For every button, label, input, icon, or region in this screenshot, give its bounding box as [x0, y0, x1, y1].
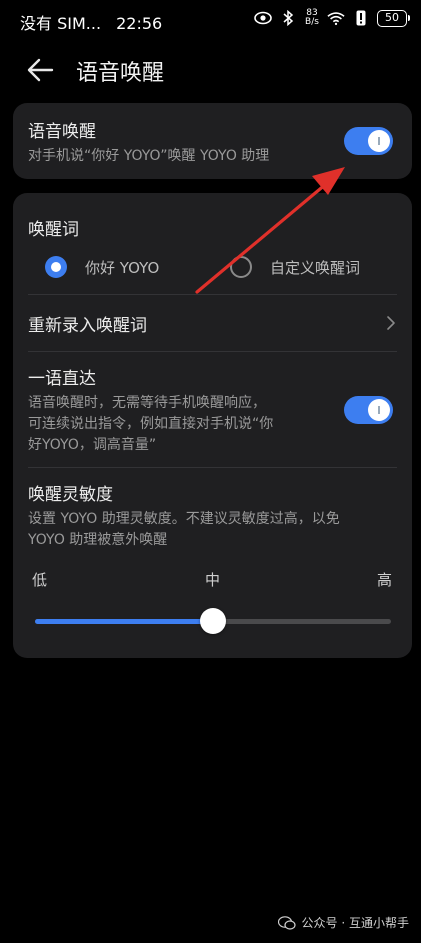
- app-header: 语音唤醒: [0, 48, 421, 92]
- wifi-icon: [327, 9, 345, 27]
- sensitivity-slider-thumb[interactable]: [200, 608, 226, 634]
- voice-wake-title: 语音唤醒: [28, 122, 96, 142]
- direct-command-title: 一语直达: [28, 369, 96, 389]
- bluetooth-icon: [279, 9, 297, 27]
- direct-command-subtitle-3: 好YOYO，调高音量”: [28, 437, 157, 453]
- direct-command-subtitle-1: 语音唤醒时，无需等待手机唤醒响应，: [28, 395, 266, 411]
- divider: [28, 351, 397, 352]
- settings-card: 唤醒词 你好 YOYO 自定义唤醒词 重新录入唤醒词 一语直达 语音唤醒时，无需…: [13, 193, 412, 658]
- sensitivity-mid-label: 中: [205, 571, 221, 589]
- eye-icon: [254, 9, 272, 27]
- voice-wake-toggle[interactable]: [344, 127, 393, 155]
- chevron-right-icon: [387, 316, 395, 330]
- alert-icon: [352, 9, 370, 27]
- re-record-title: 重新录入唤醒词: [28, 316, 147, 336]
- status-right: 83 B/s 50: [254, 9, 410, 27]
- clock: 22:56: [116, 14, 163, 33]
- toggle-knob: [368, 399, 390, 421]
- status-bar: 没有 SIM... 22:56 83 B/s 50: [0, 0, 421, 40]
- radio-unselected-icon: [230, 256, 252, 278]
- wake-word-option-label: 你好 YOYO: [85, 259, 160, 277]
- direct-command-toggle[interactable]: [344, 396, 393, 424]
- net-speed-unit: B/s: [305, 17, 319, 27]
- wake-word-option-label: 自定义唤醒词: [270, 259, 361, 277]
- voice-wake-subtitle: 对手机说“你好 YOYO”唤醒 YOYO 助理: [28, 148, 270, 164]
- status-left: 没有 SIM... 22:56: [20, 10, 172, 34]
- voice-wake-card: 语音唤醒 对手机说“你好 YOYO”唤醒 YOYO 助理: [13, 103, 412, 179]
- sensitivity-title: 唤醒灵敏度: [28, 485, 113, 505]
- sensitivity-subtitle-1: 设置 YOYO 助理灵敏度。不建议灵敏度过高，以免: [28, 511, 340, 527]
- page-title: 语音唤醒: [76, 61, 165, 86]
- sensitivity-low-label: 低: [32, 571, 48, 589]
- direct-command-subtitle-2: 可连续说出指令，例如直接对手机说“你: [28, 416, 274, 432]
- back-arrow-icon: [27, 58, 54, 82]
- carrier-text: 没有 SIM...: [20, 14, 102, 33]
- toggle-knob: [368, 130, 390, 152]
- watermark-text: 公众号 · 互通小帮手: [301, 916, 409, 930]
- divider: [28, 467, 397, 468]
- wechat-icon: [277, 915, 296, 930]
- watermark: 公众号 · 互通小帮手: [277, 914, 409, 931]
- sensitivity-high-label: 高: [377, 571, 393, 589]
- divider: [28, 294, 397, 295]
- radio-selected-icon: [45, 256, 67, 278]
- sensitivity-slider-fill: [35, 619, 213, 624]
- sensitivity-subtitle-2: YOYO 助理被意外唤醒: [28, 532, 168, 548]
- battery-indicator: 50: [377, 9, 410, 27]
- wake-word-title: 唤醒词: [28, 220, 79, 240]
- back-button[interactable]: [26, 56, 56, 84]
- net-speed: 83 B/s: [304, 9, 320, 27]
